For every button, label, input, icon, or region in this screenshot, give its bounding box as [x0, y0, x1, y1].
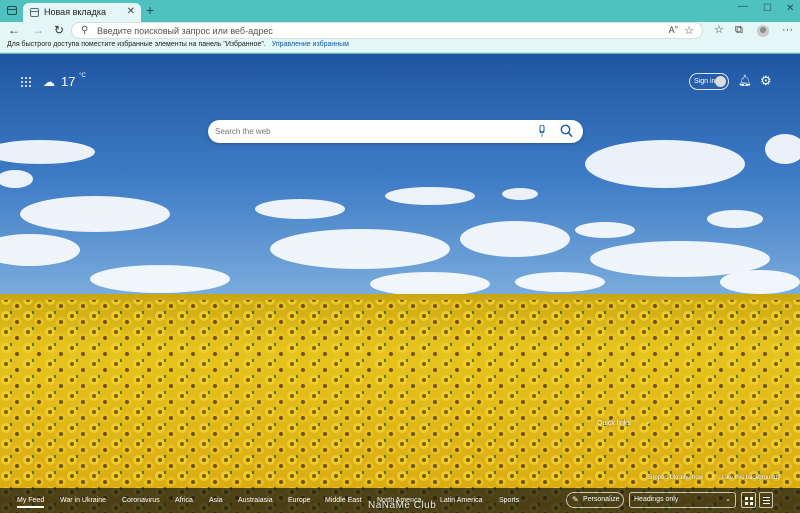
feed-tab-coronavirus[interactable]: Coronavirus: [122, 497, 160, 504]
tab-new-tab[interactable]: Новая вкладка ✕: [23, 3, 141, 22]
tab-title: Новая вкладка: [44, 7, 107, 17]
feed-tab-australasia[interactable]: Australasia: [238, 497, 273, 504]
chevron-down-icon[interactable]: ⌄: [645, 418, 651, 426]
favorites-bar-hint: Для быстрого доступа поместите избранные…: [7, 41, 349, 48]
weather-temperature[interactable]: 17 °C: [61, 73, 86, 89]
close-window-button[interactable]: ✕: [786, 3, 794, 14]
minimize-button[interactable]: —: [738, 1, 748, 12]
new-tab-page-icon: [30, 8, 39, 17]
tab-close-button[interactable]: ✕: [127, 6, 135, 18]
list-view-button[interactable]: [759, 492, 773, 508]
search-icon: ⚲: [81, 25, 89, 36]
search-icon[interactable]: [560, 124, 573, 138]
manage-favorites-link[interactable]: Управление избранным: [272, 41, 349, 48]
layout-dropdown-value: Headings only: [634, 496, 679, 503]
personalize-label: Personalize: [583, 496, 620, 503]
watermark-text: NaNaMe Club: [368, 500, 437, 511]
favorites-icon[interactable]: ☆: [714, 24, 724, 37]
feed-tab-war-in-ukraine[interactable]: War in Ukraine: [60, 497, 106, 504]
title-bar: Новая вкладка ✕ + — ☐ ✕: [0, 0, 800, 22]
refresh-icon[interactable]: ↻: [54, 23, 64, 38]
profile-icon[interactable]: [757, 25, 769, 37]
forward-icon[interactable]: →: [32, 23, 44, 38]
collections-icon[interactable]: ⧉: [735, 24, 743, 37]
microphone-icon[interactable]: [539, 125, 545, 137]
personalize-button[interactable]: ✎ Personalize: [566, 492, 624, 508]
web-search-box: [208, 120, 583, 143]
feed-tab-latin-america[interactable]: Latin America: [440, 497, 482, 504]
favorites-bar: Для быстрого доступа поместите избранные…: [0, 40, 800, 53]
maximize-button[interactable]: ☐: [763, 3, 772, 14]
address-bar[interactable]: ⚲ Введите поисковый запрос или веб-адрес…: [71, 22, 703, 39]
grid-view-button[interactable]: [741, 492, 756, 508]
chevron-down-icon: ⌄: [725, 496, 731, 503]
like-icon[interactable]: ♡: [711, 474, 717, 482]
menu-icon[interactable]: ···: [782, 24, 793, 37]
layout-dropdown[interactable]: Headings only ⌄: [629, 492, 736, 508]
feed-tab-my-feed[interactable]: My Feed: [17, 497, 45, 508]
feed-tab-middle-east[interactable]: Middle East: [325, 497, 362, 504]
feed-tab-asia[interactable]: Asia: [209, 497, 223, 504]
search-input[interactable]: [215, 124, 515, 139]
tab-actions-icon[interactable]: [7, 6, 17, 15]
address-placeholder: Введите поисковый запрос или веб-адрес: [97, 26, 273, 36]
like-background-link[interactable]: Like this background?: [722, 475, 780, 481]
avatar: [715, 76, 726, 87]
feed-tab-europe[interactable]: Europe: [288, 497, 311, 504]
cloud-icon[interactable]: ☁: [43, 75, 55, 89]
notifications-bell-icon[interactable]: 🔔︎: [738, 74, 752, 87]
support-ukraine-link[interactable]: Support Ukraine now: [647, 475, 703, 481]
sign-in-button[interactable]: Sign in: [689, 73, 729, 90]
new-tab-button[interactable]: +: [146, 3, 154, 17]
read-aloud-icon[interactable]: A»: [669, 25, 678, 35]
quick-links-toggle[interactable]: Quick links: [597, 420, 631, 427]
feed-tab-africa[interactable]: Africa: [175, 497, 193, 504]
feed-tab-sports[interactable]: Sports: [499, 497, 519, 504]
gear-icon[interactable]: ⚙: [760, 73, 772, 89]
pencil-icon: ✎: [572, 495, 579, 504]
apps-launcher-icon[interactable]: [21, 77, 31, 87]
favorites-bar-text: Для быстрого доступа поместите избранные…: [7, 41, 266, 48]
new-tab-page: ☁ 17 °C Sign in 🔔︎ ⚙ Quick links ⌄ Suppo…: [0, 54, 800, 513]
back-icon[interactable]: ←: [8, 23, 20, 38]
temperature-unit: °C: [79, 73, 86, 79]
sign-in-label: Sign in: [694, 78, 716, 85]
add-favorite-icon[interactable]: ☆: [684, 24, 694, 37]
